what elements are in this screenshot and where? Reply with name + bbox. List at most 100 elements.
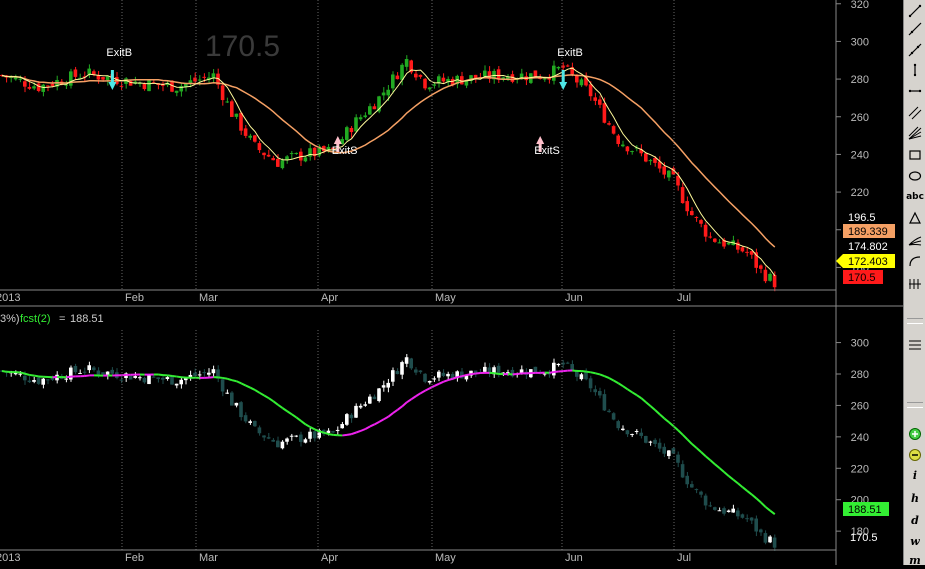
forecast-candle: [207, 373, 211, 375]
forecast-line-segment: [283, 408, 288, 411]
price-candle: [543, 79, 547, 80]
price-candle: [202, 77, 206, 78]
p1-price-tick: 260: [851, 112, 869, 124]
forecast-candle: [731, 509, 735, 513]
forecast-line-segment: [416, 393, 421, 396]
p1-month-label: Jul: [677, 292, 691, 304]
arc-icon[interactable]: [905, 252, 925, 270]
forecast-candle: [120, 380, 124, 381]
forecast-candle: [713, 507, 717, 510]
vertical-line-icon[interactable]: [905, 61, 925, 79]
price-candle: [764, 270, 768, 281]
forecast-candle: [552, 363, 556, 376]
label-close-value: 170.5: [850, 532, 878, 544]
forecast-line-segment: [770, 511, 775, 515]
price-candle: [304, 157, 308, 161]
forecast-line-segment: [66, 377, 71, 378]
price-candle: [713, 239, 717, 242]
price-candle: [681, 187, 685, 203]
price-candle: [294, 153, 298, 154]
forecast-line-segment: [393, 410, 398, 413]
forecast-line-segment: [582, 371, 587, 372]
interval-button-i[interactable]: i: [905, 466, 925, 484]
p2-month-label: Mar: [199, 552, 218, 564]
forecast-line-segment: [370, 424, 375, 426]
triangle-icon[interactable]: [905, 209, 925, 227]
price-candle: [253, 135, 257, 141]
ellipse-icon[interactable]: [905, 167, 925, 185]
forecast-candle: [147, 375, 151, 384]
forecast-candle: [281, 442, 285, 449]
forecast-candle: [152, 377, 156, 378]
price-candle: [708, 237, 712, 238]
gann-fan-icon[interactable]: [905, 231, 925, 249]
interval-button-d[interactable]: d: [905, 511, 925, 529]
price-panel[interactable]: [0, 55, 776, 291]
forecast-candle: [267, 437, 271, 438]
p2-price-tick: 240: [851, 432, 869, 444]
text-tool-icon[interactable]: abc: [905, 188, 925, 206]
forecast-candle: [662, 447, 666, 454]
p1-month-label: Jun: [565, 292, 583, 304]
fibonacci-fan-icon[interactable]: [905, 124, 925, 142]
forecast-candle: [97, 370, 101, 374]
interval-button-h[interactable]: h: [905, 489, 925, 507]
price-candle: [432, 84, 436, 85]
forecast-candle: [37, 378, 41, 384]
p2-month-label: Jul: [677, 552, 691, 564]
chart-area[interactable]: 3203002802602402202001802013FebMarAprMay…: [0, 0, 903, 565]
price-candle: [23, 81, 27, 86]
parallel-lines-icon[interactable]: [905, 104, 925, 122]
forecast-line-segment: [720, 468, 725, 472]
price-candle: [239, 113, 243, 131]
forecast-line-segment: [34, 376, 39, 377]
rectangle-icon[interactable]: [905, 146, 925, 164]
price-candle: [589, 84, 593, 96]
forecast-candle: [409, 358, 413, 368]
forecast-candle: [386, 383, 390, 388]
forecast-candle: [156, 377, 160, 379]
grid-icon[interactable]: [905, 336, 925, 354]
forecast-candle: [566, 363, 570, 364]
forecast-candle: [179, 380, 183, 385]
forecast-candle: [32, 380, 36, 382]
ray-icon[interactable]: [905, 20, 925, 38]
forecast-line-segment: [329, 434, 334, 435]
forecast-candle: [313, 431, 317, 438]
forecast-candle: [653, 440, 657, 444]
forecast-candle: [350, 415, 354, 418]
cycle-lines-icon[interactable]: [905, 275, 925, 293]
price-candle: [396, 76, 400, 80]
forecast-candle: [23, 376, 27, 381]
interval-button-m[interactable]: m: [905, 551, 925, 569]
forecast-line-segment: [743, 487, 748, 491]
interval-button-w[interactable]: w: [905, 532, 925, 550]
forecast-line-segment: [766, 507, 771, 511]
horizontal-line-icon[interactable]: [905, 82, 925, 100]
label-plain-value: 196.5: [848, 212, 876, 224]
extended-line-icon[interactable]: [905, 41, 925, 59]
price-candle: [612, 126, 616, 134]
p1-price-tick: 240: [851, 149, 869, 161]
forecast-candle: [423, 374, 427, 382]
price-candle: [718, 242, 722, 243]
watermark-price: 170.5: [205, 30, 280, 63]
price-candle: [120, 86, 124, 87]
line-icon[interactable]: [905, 2, 925, 20]
price-candle: [442, 78, 446, 82]
forecast-candle: [230, 393, 234, 406]
forecast-panel[interactable]: [0, 354, 776, 551]
forecast-line-segment: [177, 377, 182, 378]
price-candle: [106, 76, 110, 80]
forecast-line-segment: [618, 383, 623, 386]
forecast-line-segment: [669, 422, 674, 426]
forecast-line-segment: [421, 391, 426, 394]
price-candle: [350, 128, 354, 132]
forecast-line-segment: [255, 390, 260, 393]
zoom-in-icon[interactable]: [905, 425, 925, 443]
price-candle: [759, 265, 763, 268]
forecast-candle: [718, 510, 722, 511]
forecast-candle: [639, 433, 643, 436]
zoom-out-icon[interactable]: [905, 446, 925, 464]
forecast-candle: [373, 397, 377, 399]
